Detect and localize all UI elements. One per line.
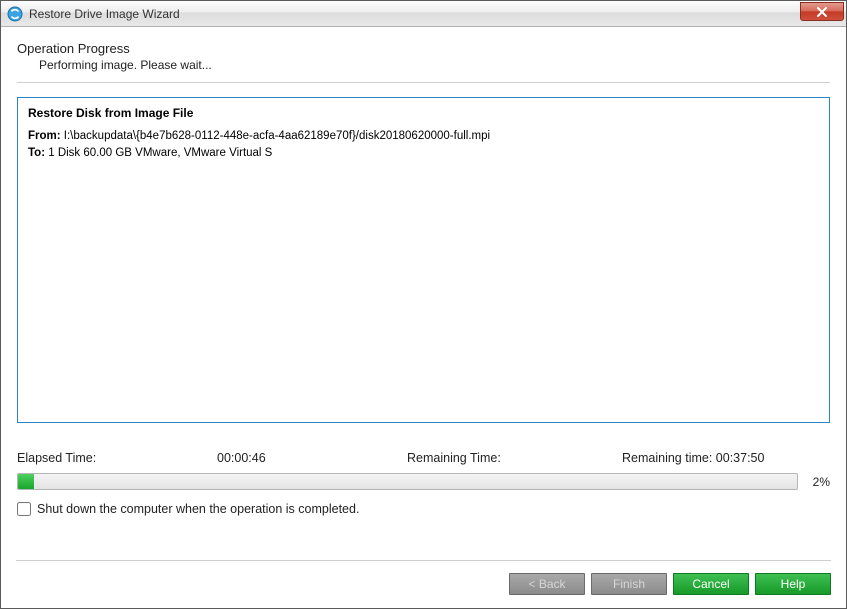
shutdown-label[interactable]: Shut down the computer when the operatio…: [37, 502, 359, 516]
time-row: Elapsed Time: 00:00:46 Remaining Time: R…: [17, 451, 830, 465]
elapsed-value: 00:00:46: [217, 451, 407, 465]
to-line: To: 1 Disk 60.00 GB VMware, VMware Virtu…: [28, 145, 819, 162]
content-area: Operation Progress Performing image. Ple…: [1, 27, 846, 516]
elapsed-label: Elapsed Time:: [17, 451, 217, 465]
finish-button[interactable]: Finish: [591, 573, 667, 595]
titlebar: Restore Drive Image Wizard: [1, 1, 846, 27]
progress-wrap: 2%: [17, 473, 830, 490]
footer-divider: [16, 560, 831, 561]
to-value: 1 Disk 60.00 GB VMware, VMware Virtual S: [48, 147, 272, 159]
progress-fill: [18, 474, 34, 489]
footer: < Back Finish Cancel Help: [0, 548, 847, 609]
progress-bar: [17, 473, 798, 490]
help-button[interactable]: Help: [755, 573, 831, 595]
divider: [17, 82, 830, 83]
shutdown-option-row: Shut down the computer when the operatio…: [17, 502, 830, 516]
cancel-button[interactable]: Cancel: [673, 573, 749, 595]
to-label: To:: [28, 147, 45, 159]
button-row: < Back Finish Cancel Help: [16, 573, 831, 595]
back-button[interactable]: < Back: [509, 573, 585, 595]
panel-title: Restore Disk from Image File: [28, 106, 819, 120]
close-icon: [816, 7, 828, 17]
page-subtitle: Performing image. Please wait...: [39, 58, 830, 72]
close-button[interactable]: [800, 2, 844, 21]
page-title: Operation Progress: [17, 41, 830, 56]
from-line: From: I:\backupdata\{b4e7b628-0112-448e-…: [28, 128, 819, 145]
progress-percent: 2%: [804, 475, 830, 489]
shutdown-checkbox[interactable]: [17, 502, 31, 516]
remaining-value: Remaining time: 00:37:50: [622, 451, 830, 465]
app-icon: [7, 6, 23, 22]
operation-panel: Restore Disk from Image File From: I:\ba…: [17, 97, 830, 423]
window-title: Restore Drive Image Wizard: [29, 7, 180, 21]
from-value: I:\backupdata\{b4e7b628-0112-448e-acfa-4…: [64, 130, 490, 142]
from-label: From:: [28, 130, 61, 142]
remaining-label: Remaining Time:: [407, 451, 622, 465]
